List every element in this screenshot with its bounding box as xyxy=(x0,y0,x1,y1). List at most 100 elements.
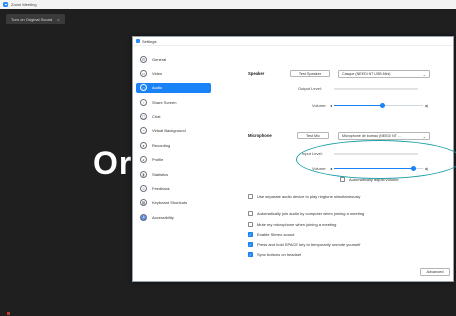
sidebar-item-label: Virtual Background xyxy=(152,128,186,134)
recording-indicator-icon xyxy=(7,312,10,315)
sidebar-item-label: Share Screen xyxy=(152,99,177,105)
test-speaker-button[interactable]: Test Speaker xyxy=(290,70,330,77)
meeting-window-title: Zoom Meeting xyxy=(11,2,37,7)
sidebar-item-label: Recording xyxy=(152,142,171,148)
audio-option-checkbox[interactable] xyxy=(248,222,253,227)
microphone-volume-label: Volume: xyxy=(312,166,327,171)
audio-option-label: Mute my microphone when joining a meetin… xyxy=(257,222,337,227)
microphone-low-icon: ◂ xyxy=(330,165,333,171)
original-sound-label: Turn on Original Sound xyxy=(11,16,53,22)
input-level-meter xyxy=(334,152,418,155)
sidebar-item-share-screen[interactable]: ↑ Share Screen xyxy=(136,97,211,107)
auto-adjust-volume-row[interactable]: Automatically adjust volume xyxy=(340,177,399,182)
sidebar-item-label: Accessibility xyxy=(152,214,174,220)
chevron-down-icon: ⌄ xyxy=(422,133,426,139)
audio-option-label: Use separate audio device to play ringto… xyxy=(257,194,361,199)
recording-icon: ● xyxy=(140,141,147,149)
speaker-volume-thumb[interactable] xyxy=(380,102,386,108)
sidebar-item-chat[interactable]: ▢ Chat xyxy=(136,112,211,122)
audio-settings-panel: Speaker Test Speaker Casque (NEEDI NT US… xyxy=(218,46,454,282)
sidebar-item-virtual-background[interactable]: ◔ Virtual Background xyxy=(136,126,211,136)
input-level-label: Input Level: xyxy=(302,151,323,156)
sidebar-item-label: General xyxy=(152,56,167,62)
audio-option-row[interactable]: Mute my microphone when joining a meetin… xyxy=(248,222,336,227)
auto-adjust-volume-checkbox[interactable] xyxy=(340,177,345,182)
audio-option-row[interactable]: ✓ Sync buttons on headset xyxy=(248,252,301,257)
zoom-logo-icon xyxy=(3,2,8,7)
sidebar-item-keyboard-shortcuts[interactable]: ▦ Keyboard Shortcuts xyxy=(136,198,211,208)
sidebar-item-profile[interactable]: ◕ Profile xyxy=(136,155,211,165)
settings-dialog: Settings ⚙ General ▭ Video ∩ Audio ↑ Share Scre… xyxy=(132,36,454,282)
speaker-volume-fill xyxy=(334,104,383,106)
speaker-volume-slider[interactable]: ◂ ◂) xyxy=(330,102,428,108)
settings-titlebar: Settings xyxy=(133,37,453,46)
speaker-section-label: Speaker xyxy=(248,71,265,76)
sidebar-item-audio[interactable]: ∩ Audio xyxy=(136,82,211,93)
advanced-button[interactable]: Advanced xyxy=(420,268,450,276)
microphone-volume-fill xyxy=(334,167,414,169)
sidebar-item-label: Video xyxy=(152,70,163,76)
microphone-device-select[interactable]: Microphone de bureau (NEEDI NT ... ⌄ xyxy=(338,131,430,140)
chevron-down-icon: ⌄ xyxy=(422,71,426,77)
sidebar-item-general[interactable]: ⚙ General xyxy=(136,54,211,64)
feedback-icon: ☺ xyxy=(140,185,147,193)
audio-option-label: Automatically join audio by computer whe… xyxy=(257,211,365,216)
sidebar-item-label: Audio xyxy=(152,85,163,91)
microphone-device-value: Microphone de bureau (NEEDI NT ... xyxy=(342,133,401,138)
speaker-volume-track[interactable] xyxy=(334,102,423,108)
settings-sidebar: ⚙ General ▭ Video ∩ Audio ↑ Share Screen ▢ Chat ◔ V… xyxy=(133,46,215,282)
audio-option-checkbox[interactable]: ✓ xyxy=(248,242,253,247)
microphone-high-icon: ◂) xyxy=(424,165,428,171)
microphone-volume-track[interactable] xyxy=(334,165,423,171)
audio-option-checkbox[interactable]: ✓ xyxy=(248,252,253,257)
sidebar-item-label: Statistics xyxy=(152,171,169,177)
audio-option-label: Enable Stereo sound xyxy=(257,232,295,237)
shared-screen-text: Or xyxy=(93,145,133,181)
test-mic-button[interactable]: Test Mic xyxy=(297,132,329,139)
output-level-meter xyxy=(334,87,418,90)
microphone-section-label: Microphone xyxy=(248,133,272,138)
keyboard-icon: ▦ xyxy=(140,199,147,207)
microphone-volume-slider[interactable]: ◂ ◂) xyxy=(330,165,428,171)
person-icon: ◔ xyxy=(140,127,147,135)
meeting-titlebar: Zoom Meeting xyxy=(0,0,456,9)
output-level-label: Output Level: xyxy=(298,86,322,91)
profile-icon: ◕ xyxy=(140,156,147,164)
accessibility-icon: ♿ xyxy=(140,213,147,221)
zoom-logo-icon xyxy=(136,39,140,43)
sidebar-item-accessibility[interactable]: ♿ Accessibility xyxy=(136,212,211,222)
audio-option-row[interactable]: ✓ Enable Stereo sound xyxy=(248,232,294,237)
sidebar-item-feedback[interactable]: ☺ Feedback xyxy=(136,184,211,194)
sidebar-item-label: Chat xyxy=(152,114,161,120)
close-icon[interactable]: × xyxy=(57,17,59,22)
audio-option-checkbox[interactable] xyxy=(248,211,253,216)
original-sound-toggle[interactable]: Turn on Original Sound × xyxy=(6,14,65,24)
sidebar-item-statistics[interactable]: ▮ Statistics xyxy=(136,169,211,179)
share-screen-icon: ↑ xyxy=(140,98,147,106)
settings-title: Settings xyxy=(142,38,157,44)
video-camera-icon: ▭ xyxy=(140,69,147,77)
chat-bubble-icon: ▢ xyxy=(140,113,147,121)
sidebar-item-recording[interactable]: ● Recording xyxy=(136,140,211,150)
headphones-icon: ∩ xyxy=(140,84,147,92)
gear-icon: ⚙ xyxy=(140,55,147,63)
speaker-device-value: Casque (NEEDI NT USB Mini) xyxy=(342,71,391,76)
statistics-icon: ▮ xyxy=(140,170,147,178)
sidebar-item-label: Keyboard Shortcuts xyxy=(152,200,188,206)
speaker-low-icon: ◂ xyxy=(330,102,333,108)
audio-option-row[interactable]: Use separate audio device to play ringto… xyxy=(248,194,360,199)
speaker-device-select[interactable]: Casque (NEEDI NT USB Mini) ⌄ xyxy=(338,69,430,78)
sidebar-item-label: Profile xyxy=(152,157,164,163)
audio-option-row[interactable]: ✓ Press and hold SPACE key to temporarily… xyxy=(248,242,360,247)
audio-option-label: Sync buttons on headset xyxy=(257,252,302,257)
speaker-high-icon: ◂) xyxy=(424,102,428,108)
sidebar-item-video[interactable]: ▭ Video xyxy=(136,68,211,78)
audio-option-checkbox[interactable] xyxy=(248,194,253,199)
audio-option-label: Press and hold SPACE key to temporarily … xyxy=(257,242,361,247)
speaker-volume-label: Volume: xyxy=(312,103,327,108)
audio-option-checkbox[interactable]: ✓ xyxy=(248,232,253,237)
auto-adjust-volume-label: Automatically adjust volume xyxy=(349,177,399,182)
sidebar-item-label: Feedback xyxy=(152,186,170,192)
audio-option-row[interactable]: Automatically join audio by computer whe… xyxy=(248,211,364,216)
microphone-volume-thumb[interactable] xyxy=(411,165,417,171)
